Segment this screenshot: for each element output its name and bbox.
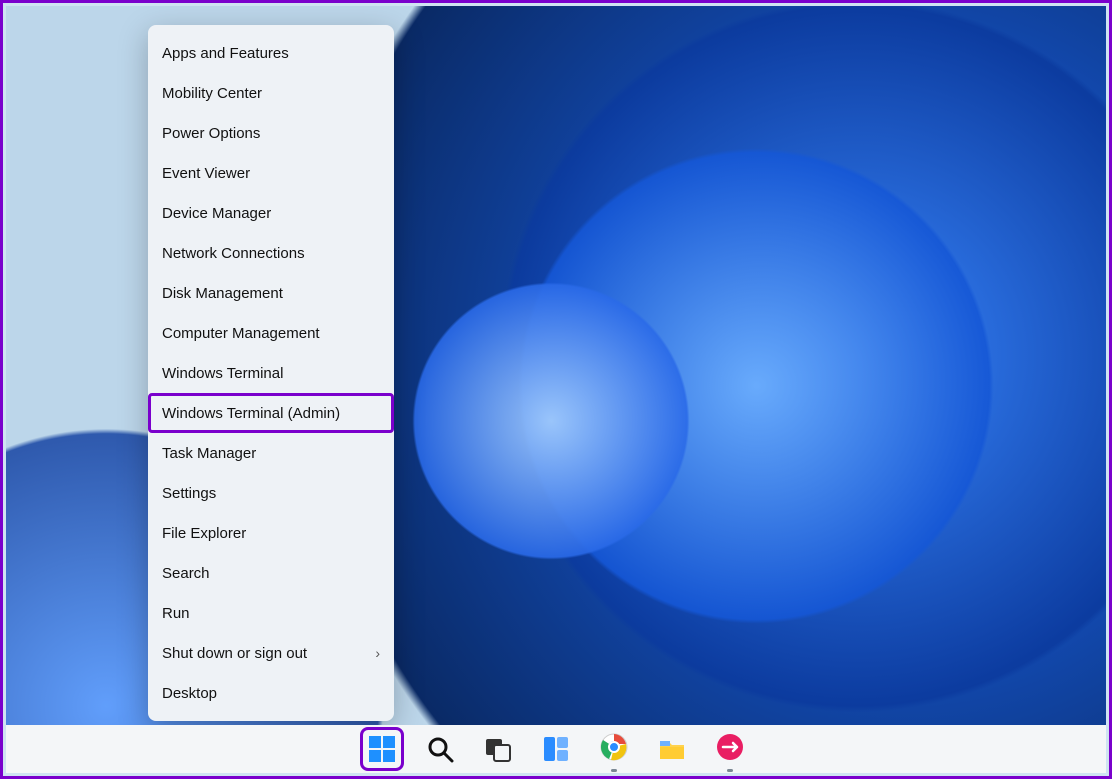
menu-item-device-manager[interactable]: Device Manager [148, 193, 394, 233]
menu-item-task-manager[interactable]: Task Manager [148, 433, 394, 473]
menu-item-label: Windows Terminal (Admin) [162, 405, 340, 422]
menu-item-label: Run [162, 605, 190, 622]
menu-item-search[interactable]: Search [148, 553, 394, 593]
taskbar-app-button[interactable] [710, 727, 750, 767]
chrome-icon [599, 732, 629, 762]
menu-item-desktop[interactable]: Desktop [148, 673, 394, 713]
menu-item-label: Windows Terminal [162, 365, 283, 382]
menu-item-disk-management[interactable]: Disk Management [148, 273, 394, 313]
task-view-icon [483, 734, 513, 764]
menu-item-computer-management[interactable]: Computer Management [148, 313, 394, 353]
menu-item-run[interactable]: Run [148, 593, 394, 633]
menu-item-power-options[interactable]: Power Options [148, 113, 394, 153]
menu-item-label: Desktop [162, 685, 217, 702]
menu-item-label: Disk Management [162, 285, 283, 302]
taskbar-chrome-button[interactable] [594, 727, 634, 767]
running-indicator [611, 769, 617, 772]
menu-item-shut-down-or-sign-out[interactable]: Shut down or sign out › [148, 633, 394, 673]
menu-item-label: Task Manager [162, 445, 256, 462]
taskbar-widgets-button[interactable] [536, 729, 576, 769]
file-explorer-icon [657, 734, 687, 764]
menu-item-label: Event Viewer [162, 165, 250, 182]
menu-item-settings[interactable]: Settings [148, 473, 394, 513]
taskbar-search-button[interactable] [420, 729, 460, 769]
taskbar [6, 725, 1106, 773]
menu-item-label: Network Connections [162, 245, 305, 262]
menu-item-label: Settings [162, 485, 216, 502]
windows-logo-icon [367, 734, 397, 764]
menu-item-label: Shut down or sign out [162, 645, 307, 662]
menu-item-file-explorer[interactable]: File Explorer [148, 513, 394, 553]
menu-item-network-connections[interactable]: Network Connections [148, 233, 394, 273]
menu-item-windows-terminal-admin[interactable]: Windows Terminal (Admin) [148, 393, 394, 433]
menu-item-label: Power Options [162, 125, 260, 142]
menu-item-apps-and-features[interactable]: Apps and Features [148, 33, 394, 73]
taskbar-start-button[interactable] [362, 729, 402, 769]
search-icon [425, 734, 455, 764]
widgets-icon [541, 734, 571, 764]
menu-item-label: File Explorer [162, 525, 246, 542]
taskbar-file-explorer-button[interactable] [652, 729, 692, 769]
menu-item-mobility-center[interactable]: Mobility Center [148, 73, 394, 113]
menu-item-label: Mobility Center [162, 85, 262, 102]
menu-item-label: Apps and Features [162, 45, 289, 62]
menu-item-label: Device Manager [162, 205, 271, 222]
menu-item-label: Computer Management [162, 325, 320, 342]
menu-item-windows-terminal[interactable]: Windows Terminal [148, 353, 394, 393]
chevron-right-icon: › [375, 645, 380, 661]
menu-item-event-viewer[interactable]: Event Viewer [148, 153, 394, 193]
menu-item-label: Search [162, 565, 210, 582]
taskbar-task-view-button[interactable] [478, 729, 518, 769]
screenshot-frame: Apps and Features Mobility Center Power Op… [0, 0, 1112, 779]
pink-app-icon [715, 732, 745, 762]
running-indicator [727, 769, 733, 772]
winx-context-menu: Apps and Features Mobility Center Power Op… [148, 25, 394, 721]
